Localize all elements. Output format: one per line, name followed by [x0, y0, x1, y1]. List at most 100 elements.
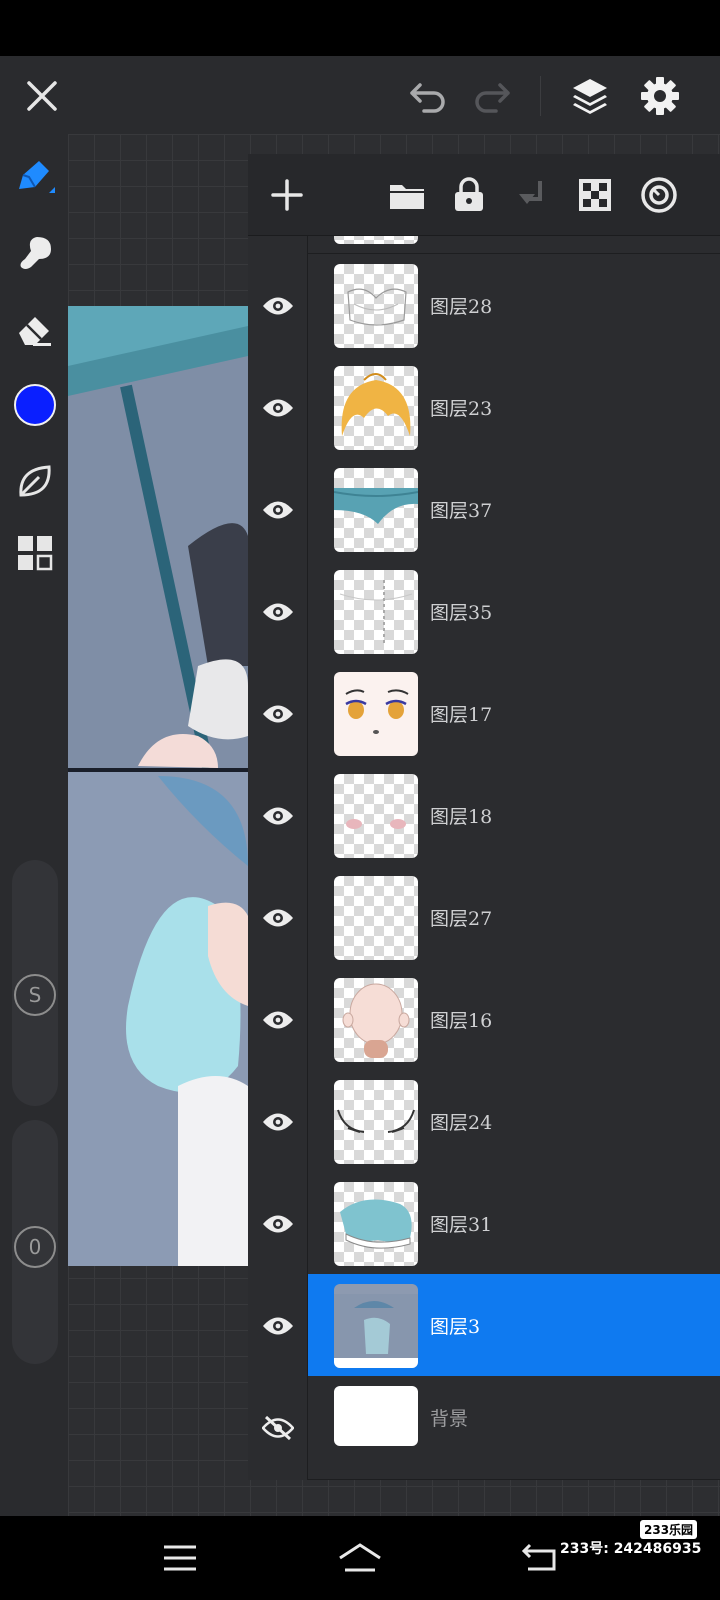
visibility-toggle[interactable]: [248, 1172, 308, 1276]
merge-down-icon: [519, 181, 542, 204]
eye-icon: [262, 1317, 293, 1335]
home-icon: [339, 1543, 381, 1572]
add-layer-icon: [271, 179, 303, 211]
layer-name: 图层27: [430, 908, 493, 930]
layer-name: 图层3: [430, 1316, 481, 1338]
layer-thumbnail: [334, 774, 418, 858]
add-layer-button[interactable]: [262, 170, 312, 220]
undo-button[interactable]: [404, 72, 452, 120]
transparency-button[interactable]: [570, 170, 620, 220]
color-picker[interactable]: [12, 382, 58, 428]
left-toolbar: S 0: [0, 134, 68, 1516]
layer-name: 图层16: [430, 1010, 493, 1032]
grid-icon: [18, 536, 53, 571]
close-icon: [27, 81, 57, 111]
layer-row[interactable]: 图层18: [248, 764, 720, 868]
smudge-tool[interactable]: [12, 230, 58, 276]
layer-row-selected[interactable]: 图层3: [248, 1274, 720, 1378]
layer-row[interactable]: 图层35: [248, 560, 720, 664]
visibility-toggle[interactable]: [248, 560, 308, 664]
visibility-toggle[interactable]: [248, 968, 308, 1072]
eye-hidden-icon: [261, 1415, 294, 1441]
eye-icon: [262, 909, 293, 927]
layers-button[interactable]: [566, 72, 614, 120]
visibility-toggle[interactable]: [248, 662, 308, 766]
layer-thumbnail: [334, 366, 418, 450]
more-tools[interactable]: [12, 530, 58, 576]
eraser-icon: [19, 317, 51, 346]
layer-row[interactable]: 图层16: [248, 968, 720, 1072]
layer-thumbnail: [334, 570, 418, 654]
layer-row[interactable]: 图层27: [248, 866, 720, 970]
folder-button[interactable]: [382, 170, 432, 220]
layer-name: 图层17: [430, 704, 493, 726]
back-icon: [521, 1543, 556, 1571]
layer-thumbnail: [334, 1080, 418, 1164]
layer-thumbnail: [334, 1284, 418, 1368]
layers-icon: [573, 79, 607, 114]
eye-icon: [262, 1113, 293, 1131]
eye-icon: [262, 705, 293, 723]
redo-icon: [475, 83, 510, 113]
lock-button[interactable]: [444, 170, 494, 220]
brush-tool[interactable]: [12, 154, 58, 200]
visibility-toggle[interactable]: [248, 254, 308, 358]
layer-thumbnail: [334, 1182, 418, 1266]
settings-button[interactable]: [636, 72, 684, 120]
blend-mode-button[interactable]: [634, 170, 684, 220]
layers-toolbar: [248, 154, 720, 236]
toolbar-divider: [540, 76, 541, 116]
layer-name: 图层28: [430, 296, 493, 318]
layer-thumbnail: [334, 876, 418, 960]
layer-name: 图层37: [430, 500, 493, 522]
layer-thumbnail: [334, 978, 418, 1062]
layer-thumbnail: [334, 264, 418, 348]
layer-row[interactable]: 图层24: [248, 1070, 720, 1174]
opacity-slider[interactable]: 0: [12, 1120, 58, 1364]
fill-tool[interactable]: [12, 458, 58, 504]
layer-row[interactable]: 图层23: [248, 356, 720, 460]
visibility-toggle[interactable]: [248, 1376, 308, 1480]
eraser-tool[interactable]: [12, 306, 58, 352]
eye-icon: [262, 807, 293, 825]
watermark-text: 233号: 242486935: [560, 1541, 702, 1557]
close-button[interactable]: [18, 72, 66, 120]
eye-icon: [262, 297, 293, 315]
smudge-icon: [20, 237, 51, 269]
home-button[interactable]: [332, 1534, 388, 1582]
brush-pen-icon: [19, 161, 55, 193]
layer-name: 图层18: [430, 806, 493, 828]
visibility-toggle[interactable]: [248, 458, 308, 562]
layer-row[interactable]: 图层31: [248, 1172, 720, 1276]
menu-icon: [164, 1545, 196, 1571]
layer-row-background[interactable]: 背景: [248, 1376, 720, 1480]
settings-icon: [641, 77, 679, 115]
visibility-toggle[interactable]: [248, 764, 308, 868]
folder-icon: [390, 185, 424, 209]
undo-icon: [410, 83, 445, 113]
merge-down-button[interactable]: [508, 170, 558, 220]
layer-thumbnail: [334, 672, 418, 756]
lock-icon: [455, 177, 483, 211]
visibility-toggle[interactable]: [248, 1274, 308, 1378]
visibility-toggle[interactable]: [248, 866, 308, 970]
layer-row[interactable]: 图层37: [248, 458, 720, 562]
brush-size-slider[interactable]: S: [12, 860, 58, 1106]
top-toolbar: [0, 56, 720, 134]
watermark-logo: 233乐园: [640, 1520, 698, 1539]
redo-button[interactable]: [468, 72, 516, 120]
status-bar: [0, 0, 720, 56]
layer-thumbnail: [334, 468, 418, 552]
layers-panel: 图层28 图层23 图层37 图层35 图层17 图层18 图层27 图层16 …: [248, 154, 720, 1480]
layer-row[interactable]: 图层17: [248, 662, 720, 766]
visibility-toggle[interactable]: [248, 356, 308, 460]
eye-icon: [262, 501, 293, 519]
menu-button[interactable]: [152, 1534, 208, 1582]
layer-row[interactable]: 图层28: [248, 254, 720, 358]
eye-icon: [262, 1011, 293, 1029]
blend-mode-icon: [641, 177, 677, 213]
size-slider-knob[interactable]: S: [14, 974, 56, 1016]
artwork-preview: [68, 306, 248, 1266]
visibility-toggle[interactable]: [248, 1070, 308, 1174]
opacity-slider-knob[interactable]: 0: [14, 1226, 56, 1268]
